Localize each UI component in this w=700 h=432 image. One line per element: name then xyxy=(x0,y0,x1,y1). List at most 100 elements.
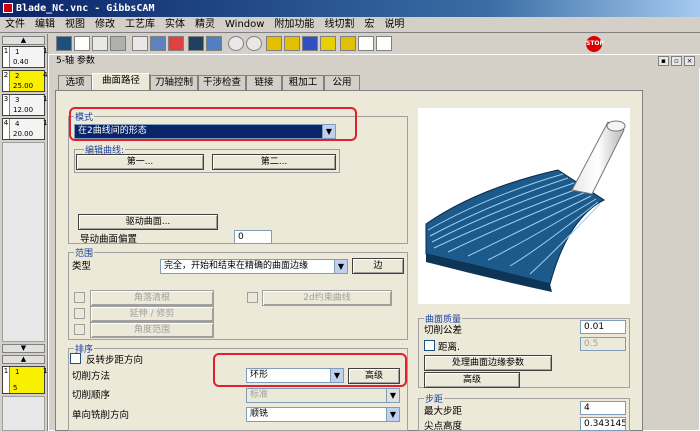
cut-order-select[interactable]: 标准 ▼ xyxy=(246,388,400,403)
chevron-down-icon: ▼ xyxy=(386,408,399,421)
menu-help[interactable]: 说明 xyxy=(379,17,409,33)
type-label: 类型 xyxy=(72,261,92,272)
circles-icon[interactable] xyxy=(246,36,262,51)
extend-checkbox[interactable] xyxy=(74,308,85,319)
edge-params-button[interactable]: 处理曲面边缘参数 xyxy=(424,355,552,371)
direction-label: 单向铣削方向 xyxy=(72,410,130,421)
cylinder-icon[interactable] xyxy=(320,36,336,51)
menu-view[interactable]: 视图 xyxy=(60,17,90,33)
tool-list-empty xyxy=(2,142,45,342)
circle-icon[interactable] xyxy=(228,36,244,51)
tab-tool-axis[interactable]: 刀轴控制 xyxy=(150,75,198,90)
dialog-title: 5-轴 参数 xyxy=(56,56,95,66)
title-bar: Blade_NC.vnc - GibbsCAM xyxy=(0,0,700,17)
scroll-up-button-2[interactable]: ▲ xyxy=(2,355,45,364)
reverse-step-checkbox[interactable] xyxy=(70,353,81,364)
menu-edit[interactable]: 编辑 xyxy=(30,17,60,33)
flag-icon[interactable] xyxy=(168,36,184,51)
corner-clean-button[interactable]: 角落清根 xyxy=(90,290,214,306)
tool-item-selected[interactable]: 2 2 4 25.00 xyxy=(2,70,47,92)
chevron-down-icon: ▼ xyxy=(386,389,399,402)
first-curve-button[interactable]: 第一... xyxy=(76,154,204,170)
stock-icon[interactable] xyxy=(284,36,300,51)
blade-surface-image xyxy=(425,120,626,292)
fixture-icon[interactable] xyxy=(302,36,318,51)
menu-bar: 文件 编辑 视图 修改 工艺库 实体 精灵 Window 附加功能 线切割宏说明 xyxy=(0,17,700,33)
frame-icon[interactable] xyxy=(132,36,148,51)
text-icon[interactable] xyxy=(74,36,90,51)
distance-input[interactable]: 0.5 xyxy=(580,337,626,351)
boundary-curve-button[interactable]: 2d约束曲线 xyxy=(262,290,392,306)
cusp-height-label: 尖点高度 xyxy=(424,421,463,432)
cusp-height-input[interactable]: 0.3431453 xyxy=(580,417,626,431)
chevron-down-icon: ▼ xyxy=(334,260,347,273)
app-icon xyxy=(3,3,13,13)
tolerance-input[interactable]: 0.01 xyxy=(580,320,626,334)
menu-solid[interactable]: 实体 xyxy=(160,17,190,33)
cut-method-label: 切削方法 xyxy=(72,371,111,382)
maximize-icon[interactable]: ▫ xyxy=(671,56,682,66)
arrow-tool-icon[interactable] xyxy=(358,36,374,51)
toolbar: STOP xyxy=(48,34,700,54)
menu-wire-edm[interactable]: 线切割 xyxy=(319,17,359,33)
tool-item[interactable]: 3 3 1 12.00 xyxy=(2,94,47,116)
dialog-title-bar: 5-轴 参数 ▪ ▫ × xyxy=(50,55,700,68)
highlight-box xyxy=(69,107,357,141)
stop-icon[interactable]: STOP xyxy=(586,36,604,52)
help-cursor-icon[interactable] xyxy=(376,36,392,51)
shade-icon[interactable] xyxy=(110,36,126,51)
render-icon[interactable] xyxy=(188,36,204,51)
menu-modify[interactable]: 修改 xyxy=(90,17,120,33)
menu-file[interactable]: 文件 xyxy=(0,17,30,33)
menu-window[interactable]: Window xyxy=(220,17,269,33)
tool-item[interactable]: 4 4 1 20.00 xyxy=(2,118,47,140)
tolerance-label: 切削公差 xyxy=(424,325,463,336)
operation-item-selected[interactable]: 1 1 1 5 xyxy=(2,366,47,394)
tool-icon[interactable] xyxy=(56,36,72,51)
distance-checkbox[interactable] xyxy=(424,340,435,351)
tab-options[interactable]: 选项 xyxy=(58,75,92,90)
window-title: Blade_NC.vnc - GibbsCAM xyxy=(16,3,155,14)
tab-roughing[interactable]: 粗加工 xyxy=(282,75,324,90)
scroll-down-button[interactable]: ▼ xyxy=(2,344,45,353)
offset-input[interactable]: 0 xyxy=(234,230,272,244)
menu-wizard[interactable]: 精灵 xyxy=(190,17,220,33)
cut-order-label: 切削顺序 xyxy=(72,390,111,401)
shape-icon[interactable] xyxy=(340,36,356,51)
tab-surface-path[interactable]: 曲面路径 xyxy=(92,73,150,91)
angle-range-button[interactable]: 角度范围 xyxy=(90,322,214,338)
grid-icon[interactable] xyxy=(150,36,166,51)
surface-icon[interactable] xyxy=(206,36,222,51)
drive-surface-button[interactable]: 驱动曲面... xyxy=(78,214,218,230)
angle-checkbox[interactable] xyxy=(74,324,85,335)
highlight-box xyxy=(213,353,407,387)
surface-preview xyxy=(418,108,630,304)
extend-trim-button[interactable]: 延伸 / 修剪 xyxy=(90,306,214,322)
part-icon[interactable] xyxy=(266,36,282,51)
box-icon[interactable] xyxy=(92,36,108,51)
direction-select[interactable]: 顺铣 ▼ xyxy=(246,407,400,422)
close-icon[interactable]: × xyxy=(684,56,695,66)
quality-advanced-button[interactable]: 高级 xyxy=(424,372,520,388)
menu-addons[interactable]: 附加功能 xyxy=(269,17,319,33)
tab-links[interactable]: 链接 xyxy=(246,75,282,90)
tab-gouge-check[interactable]: 干涉检查 xyxy=(198,75,246,90)
reverse-step-label: 反转步距方向 xyxy=(86,355,144,366)
edge-button[interactable]: 边 xyxy=(352,258,404,274)
range-type-select[interactable]: 完全，开始和结束在精确的曲面边缘 ▼ xyxy=(160,259,348,274)
operation-list-empty xyxy=(2,396,45,431)
distance-label: 距离. xyxy=(438,342,461,353)
corner-checkbox[interactable] xyxy=(74,292,85,303)
scroll-up-button[interactable]: ▲ xyxy=(2,36,45,45)
second-curve-button[interactable]: 第二... xyxy=(212,154,336,170)
menu-process-library[interactable]: 工艺库 xyxy=(120,17,160,33)
max-step-label: 最大步距 xyxy=(424,406,463,417)
offset-label: 导动曲面偏置 xyxy=(80,234,138,245)
minimize-icon[interactable]: ▪ xyxy=(658,56,669,66)
tool-list-panel: ▲ 1 1 1 0.40 2 2 4 25.00 3 3 1 12.00 4 4… xyxy=(0,34,48,431)
boundary-checkbox[interactable] xyxy=(247,292,258,303)
menu-macro[interactable]: 宏 xyxy=(359,17,379,33)
tab-common[interactable]: 公用 xyxy=(324,75,360,90)
max-step-input[interactable]: 4 xyxy=(580,401,626,415)
tool-item[interactable]: 1 1 1 0.40 xyxy=(2,46,47,68)
